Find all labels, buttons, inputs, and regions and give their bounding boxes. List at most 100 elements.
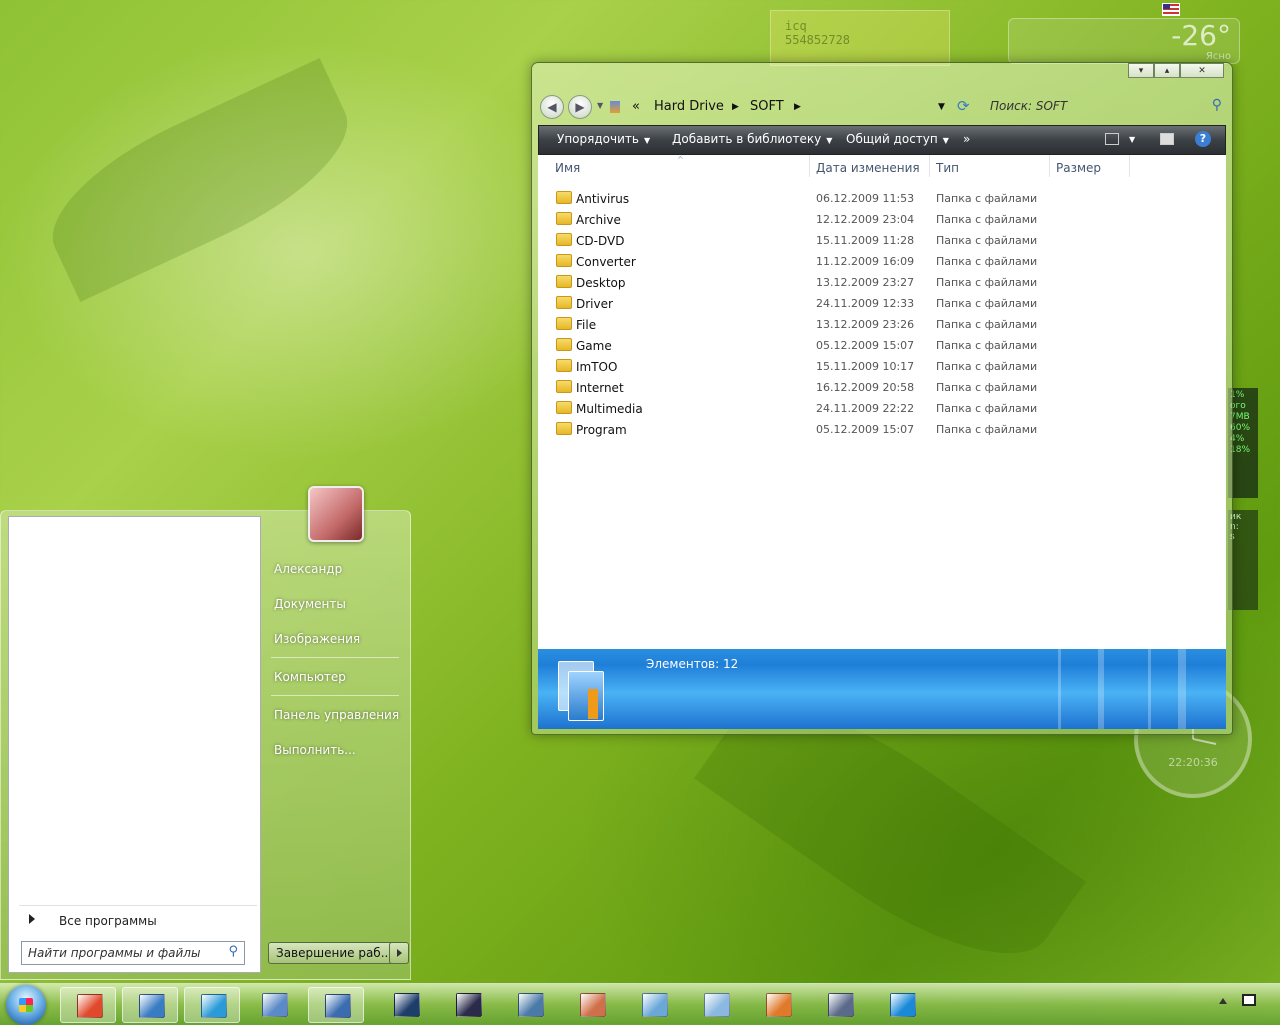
folder-icon (556, 401, 572, 414)
user-folder-link[interactable]: Александр (274, 562, 342, 576)
file-date: 13.12.2009 23:26 (816, 318, 915, 331)
file-row[interactable]: Converter 11.12.2009 16:09 Папка с файлами (538, 251, 1226, 272)
start-search-input[interactable]: Найти программы и файлы ⚲ (21, 941, 245, 965)
view-options-dropdown-icon[interactable]: ▼ (1129, 135, 1135, 144)
breadcrumb-hard-drive[interactable]: Hard Drive (654, 99, 724, 114)
app-icon (580, 993, 606, 1017)
clock-time: 22:20:36 (1168, 756, 1218, 769)
taskbar (0, 983, 1280, 1025)
close-button[interactable]: ✕ (1180, 63, 1224, 78)
breadcrumb-overflow[interactable]: « (632, 99, 640, 114)
maximize-button[interactable]: ▴ (1154, 63, 1180, 78)
column-separator[interactable] (1049, 155, 1050, 177)
weather-gadget[interactable]: -26° Ясно (1008, 18, 1240, 64)
column-name[interactable]: Имя (555, 161, 580, 175)
folder-icon (556, 296, 572, 309)
folder-icon (556, 212, 572, 225)
search-box[interactable]: Поиск: SOFT ⚲ (990, 96, 1226, 118)
folder-icon (556, 338, 572, 351)
taskbar-app-14[interactable] (874, 987, 930, 1023)
all-programs-button[interactable]: Все программы (19, 905, 257, 936)
add-to-library-button[interactable]: Добавить в библиотеку ▼ (672, 132, 832, 146)
gadget-line: 7MB (1230, 412, 1250, 422)
folder-icon (556, 275, 572, 288)
recent-pages-dropdown-icon[interactable]: ▼ (597, 101, 603, 110)
address-bar[interactable]: « Hard Drive ▶ SOFT ▶ ▼ (610, 96, 952, 118)
file-list: Имя ^ Дата изменения Тип Размер Antiviru… (538, 155, 1226, 649)
window-caption-buttons: ▾ ▴ ✕ (1128, 63, 1224, 78)
run-link[interactable]: Выполнить... (274, 743, 356, 757)
network-tray-icon[interactable] (1242, 994, 1256, 1006)
breadcrumb-soft[interactable]: SOFT (750, 99, 784, 114)
file-row[interactable]: Internet 16.12.2009 20:58 Папка с файлами (538, 377, 1226, 398)
taskbar-app-11[interactable] (688, 987, 744, 1023)
column-separator[interactable] (1129, 155, 1130, 177)
gadget-line: ик (1230, 512, 1242, 522)
search-icon[interactable]: ⚲ (228, 944, 238, 959)
more-commands-button[interactable]: » (963, 132, 970, 146)
change-view-icon[interactable] (1105, 133, 1119, 145)
breadcrumb-separator-icon[interactable]: ▶ (732, 102, 739, 112)
breadcrumb-separator-icon[interactable]: ▶ (794, 102, 801, 112)
minimize-button[interactable]: ▾ (1128, 63, 1154, 78)
shutdown-button[interactable]: Завершение раб... (268, 942, 394, 964)
refresh-icon[interactable]: ⟳ (957, 97, 970, 115)
share-button[interactable]: Общий доступ ▼ (846, 132, 949, 146)
file-name: Multimedia (576, 402, 643, 416)
language-flag-icon[interactable] (1162, 3, 1180, 16)
taskbar-app-10[interactable] (626, 987, 682, 1023)
icq-gadget[interactable]: icq 554852728 (770, 10, 950, 66)
file-name: Desktop (576, 276, 626, 290)
file-row[interactable]: Archive 12.12.2009 23:04 Папка с файлами (538, 209, 1226, 230)
file-row[interactable]: Antivirus 06.12.2009 11:53 Папка с файлами (538, 188, 1226, 209)
taskbar-app-12[interactable] (750, 987, 806, 1023)
search-icon[interactable]: ⚲ (1212, 97, 1222, 113)
file-row[interactable]: File 13.12.2009 23:26 Папка с файлами (538, 314, 1226, 335)
taskbar-app-9[interactable] (564, 987, 620, 1023)
address-dropdown-icon[interactable]: ▼ (938, 102, 945, 112)
file-row[interactable]: ImTOO 15.11.2009 10:17 Папка с файлами (538, 356, 1226, 377)
column-size[interactable]: Размер (1056, 161, 1101, 175)
start-button[interactable] (6, 985, 46, 1025)
file-name: CD-DVD (576, 234, 625, 248)
file-row[interactable]: Multimedia 24.11.2009 22:22 Папка с файлам… (538, 398, 1226, 419)
folder-icon (556, 191, 572, 204)
taskbar-app-13[interactable] (812, 987, 868, 1023)
file-row[interactable]: Driver 24.11.2009 12:33 Папка с файлами (538, 293, 1226, 314)
column-date-modified[interactable]: Дата изменения (816, 161, 920, 175)
taskbar-app-1[interactable] (60, 987, 116, 1023)
taskbar-app-2[interactable] (122, 987, 178, 1023)
app-icon (394, 993, 420, 1017)
forward-button[interactable]: ▶ (568, 95, 592, 119)
taskbar-app-7[interactable] (440, 987, 496, 1023)
taskbar-app-5[interactable] (308, 987, 364, 1023)
help-button[interactable]: ? (1195, 131, 1211, 147)
explorer-window[interactable]: ▾ ▴ ✕ ◀ ▶ ▼ « Hard Drive ▶ SOFT ▶ ▼ ⟳ По… (531, 62, 1233, 735)
organize-button[interactable]: Упорядочить ▼ (557, 132, 650, 146)
column-separator[interactable] (929, 155, 930, 177)
folder-location-icon (610, 101, 620, 113)
computer-link[interactable]: Компьютер (274, 670, 346, 684)
column-separator[interactable] (809, 155, 810, 177)
taskbar-app-3[interactable] (184, 987, 240, 1023)
back-button[interactable]: ◀ (540, 95, 564, 119)
file-row[interactable]: Game 05.12.2009 15:07 Папка с файлами (538, 335, 1226, 356)
show-hidden-icons-icon[interactable] (1219, 998, 1227, 1004)
preview-pane-icon[interactable] (1160, 133, 1174, 145)
file-type: Папка с файлами (936, 339, 1038, 352)
taskbar-app-6[interactable] (378, 987, 434, 1023)
taskbar-app-4[interactable] (246, 987, 302, 1023)
app-icon (642, 993, 668, 1017)
command-bar: Упорядочить ▼ Добавить в библиотеку ▼ Общи… (538, 125, 1226, 155)
user-avatar[interactable] (308, 486, 364, 542)
file-row[interactable]: CD-DVD 15.11.2009 11:28 Папка с файлами (538, 230, 1226, 251)
shutdown-options-button[interactable] (389, 942, 409, 964)
pictures-link[interactable]: Изображения (274, 632, 360, 646)
control-panel-link[interactable]: Панель управления (274, 708, 399, 722)
column-type[interactable]: Тип (936, 161, 959, 175)
app-icon (890, 993, 916, 1017)
documents-link[interactable]: Документы (274, 597, 346, 611)
file-row[interactable]: Desktop 13.12.2009 23:27 Папка с файлами (538, 272, 1226, 293)
file-row[interactable]: Program 05.12.2009 15:07 Папка с файлами (538, 419, 1226, 440)
taskbar-app-8[interactable] (502, 987, 558, 1023)
